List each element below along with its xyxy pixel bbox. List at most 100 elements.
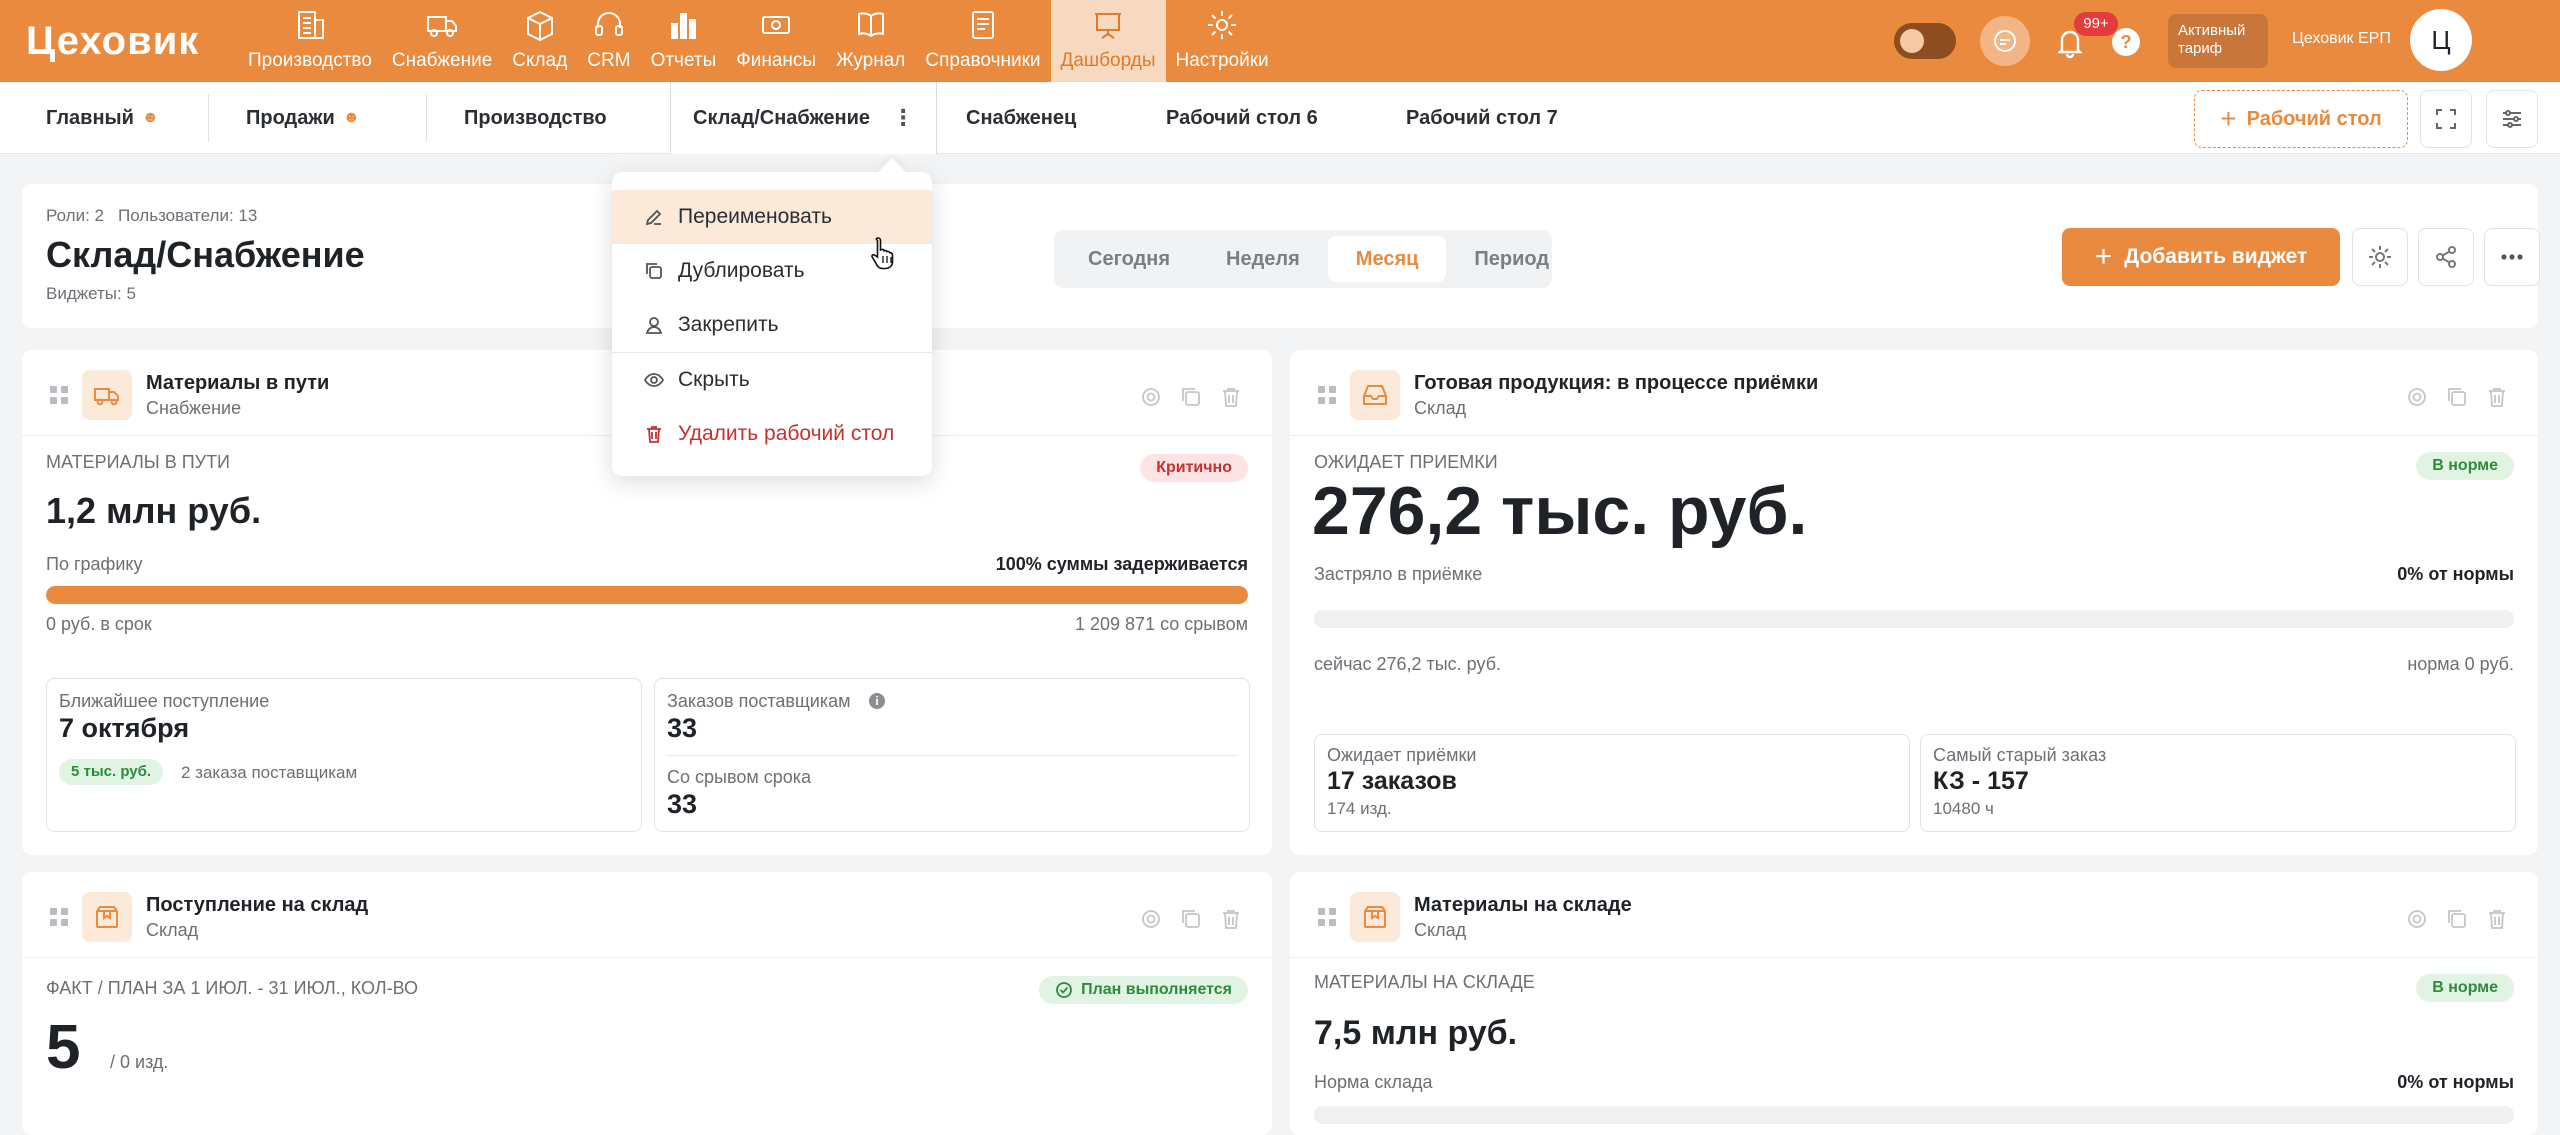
copy-icon[interactable] (1180, 908, 1202, 930)
widget-materials-in-stock: Материалы на складе Склад Материалы на с… (1290, 872, 2538, 1135)
nav-crm[interactable]: CRM (577, 0, 640, 82)
trash-icon (647, 426, 661, 443)
menu-item-delete-workspace[interactable]: Удалить рабочий стол (612, 407, 932, 461)
share-button[interactable] (2418, 228, 2474, 286)
main-menu: Производство Снабжение Склад CRM Отчеты … (238, 0, 1279, 82)
nav-references[interactable]: Справочники (915, 0, 1050, 82)
truck-icon (425, 8, 459, 42)
dashboard-settings-button[interactable] (2352, 228, 2408, 286)
bar-label-right: 100% суммы задерживается (995, 554, 1248, 574)
trash-icon[interactable] (2486, 908, 2508, 930)
menu-item-label: Удалить рабочий стол (678, 422, 895, 445)
nav-settings[interactable]: Настройки (1166, 0, 1279, 82)
gear-icon[interactable] (1140, 386, 1162, 408)
copy-icon[interactable] (1180, 386, 1202, 408)
drag-handle-icon[interactable] (1318, 386, 1336, 404)
avatar[interactable]: Ц (2410, 9, 2472, 71)
nav-warehouse[interactable]: Склад (502, 0, 577, 82)
tab-label: Рабочий стол 7 (1406, 106, 1558, 129)
nav-reports[interactable]: Отчеты (641, 0, 727, 82)
gear-icon[interactable] (2406, 908, 2428, 930)
gear-icon[interactable] (2406, 386, 2428, 408)
copy-icon[interactable] (2446, 908, 2468, 930)
menu-item-label: Скрыть (678, 368, 750, 391)
widget-subtitle: Склад (146, 920, 199, 940)
nav-finance[interactable]: Финансы (726, 0, 826, 82)
tab-desktop-6[interactable]: Рабочий стол 6 (1166, 82, 1318, 154)
nav-production[interactable]: Производство (238, 0, 382, 82)
box-label: Самый старый заказ (1933, 745, 2107, 765)
tab-sales[interactable]: Продажи ☻ (246, 82, 360, 154)
theme-toggle[interactable] (1894, 23, 1956, 59)
company-name[interactable]: Цеховик ЕРП (2292, 30, 2391, 48)
nav-label: Справочники (925, 50, 1041, 71)
nav-label: Настройки (1175, 50, 1269, 71)
share-icon (2436, 246, 2456, 268)
tab-main[interactable]: Главный ☻ (46, 82, 159, 154)
drag-handle-icon[interactable] (50, 386, 68, 404)
tab-production[interactable]: Производство (464, 82, 607, 154)
sliders-icon (2503, 110, 2521, 128)
drag-handle-icon[interactable] (50, 908, 68, 926)
drag-handle-icon[interactable] (1318, 908, 1336, 926)
filters-button[interactable] (2486, 90, 2538, 148)
widget-title: Готовая продукция: в процессе приёмки (1414, 372, 1819, 394)
trash-icon[interactable] (1220, 908, 1242, 930)
widget-warehouse-receipts: Поступление на склад Склад Факт / план з… (22, 872, 1272, 1135)
period-today[interactable]: Сегодня (1060, 236, 1198, 282)
nav-label: Журнал (836, 50, 906, 71)
nav-label: CRM (587, 50, 631, 71)
workspace-tabs: Главный ☻ Продажи ☻ Производство Склад/Сна… (0, 82, 2560, 154)
amount-badge: 5 тыс. руб. (59, 759, 164, 785)
late-amount: 1 209 871 со срывом (1075, 614, 1248, 634)
chat-button[interactable] (1980, 16, 2030, 66)
plus-icon: + (2094, 240, 2113, 273)
oldest-order-box: Самый старый заказ КЗ - 157 10480 ч (1920, 734, 2516, 832)
fullscreen-button[interactable] (2420, 90, 2472, 148)
metric-value: 276,2 тыс. руб. (1312, 473, 1808, 549)
tab-desktop-7[interactable]: Рабочий стол 7 (1406, 82, 1558, 154)
trash-icon[interactable] (1220, 386, 1242, 408)
nav-label: Снабжение (391, 50, 493, 71)
book-icon (854, 8, 888, 42)
add-workspace-button[interactable]: + Рабочий стол (2194, 90, 2408, 148)
add-widget-label: Добавить виджет (2124, 245, 2308, 268)
metric-label: Факт / план за 1 июл. - 31 июл., кол-во (46, 978, 418, 998)
logo[interactable]: Цеховик (26, 14, 199, 68)
norm-amount: норма 0 руб. (2407, 654, 2514, 674)
info-icon[interactable]: i (869, 693, 885, 709)
help-icon[interactable]: ? (2112, 28, 2140, 56)
add-workspace-label: Рабочий стол (2246, 107, 2382, 130)
copy-icon[interactable] (2446, 386, 2468, 408)
period-custom[interactable]: Период (1446, 236, 1577, 282)
menu-item-label: Закрепить (678, 313, 779, 336)
tariff-badge[interactable]: Активный тариф (2168, 14, 2268, 68)
period-month[interactable]: Месяц (1327, 236, 1447, 282)
menu-item-hide[interactable]: Скрыть (612, 353, 932, 407)
kebab-menu-icon[interactable]: ⋮ (892, 105, 914, 131)
nav-dashboards[interactable]: Дашборды (1050, 0, 1166, 82)
widget-finished-goods-acceptance: Готовая продукция: в процессе приёмки Ск… (1290, 350, 2538, 855)
add-widget-button[interactable]: + Добавить виджет (2062, 228, 2340, 286)
menu-item-pin[interactable]: Закрепить (612, 298, 932, 352)
box-icon (523, 8, 557, 42)
nav-label: Финансы (736, 50, 817, 71)
box-value: КЗ - 157 (1933, 767, 2029, 795)
metric-note: / 0 изд. (110, 1052, 169, 1072)
tab-supplier[interactable]: Снабженец (966, 82, 1076, 154)
easel-icon (1091, 8, 1125, 42)
period-week[interactable]: Неделя (1198, 236, 1328, 282)
trash-icon[interactable] (2486, 386, 2508, 408)
tab-label: Продажи (246, 106, 335, 129)
nav-supply[interactable]: Снабжение (382, 0, 502, 82)
headset-icon (592, 8, 626, 42)
user-icon: ☻ (342, 109, 360, 126)
tab-warehouse-supply[interactable]: Склад/Снабжение ⋮ (670, 82, 938, 154)
metric-value: 1,2 млн руб. (46, 490, 262, 531)
more-button[interactable] (2484, 228, 2540, 286)
hand-cursor-icon (871, 237, 894, 270)
tab-label: Главный (46, 106, 134, 129)
gear-icon[interactable] (1140, 908, 1162, 930)
user-icon: ☻ (141, 109, 159, 126)
nav-journal[interactable]: Журнал (826, 0, 915, 82)
